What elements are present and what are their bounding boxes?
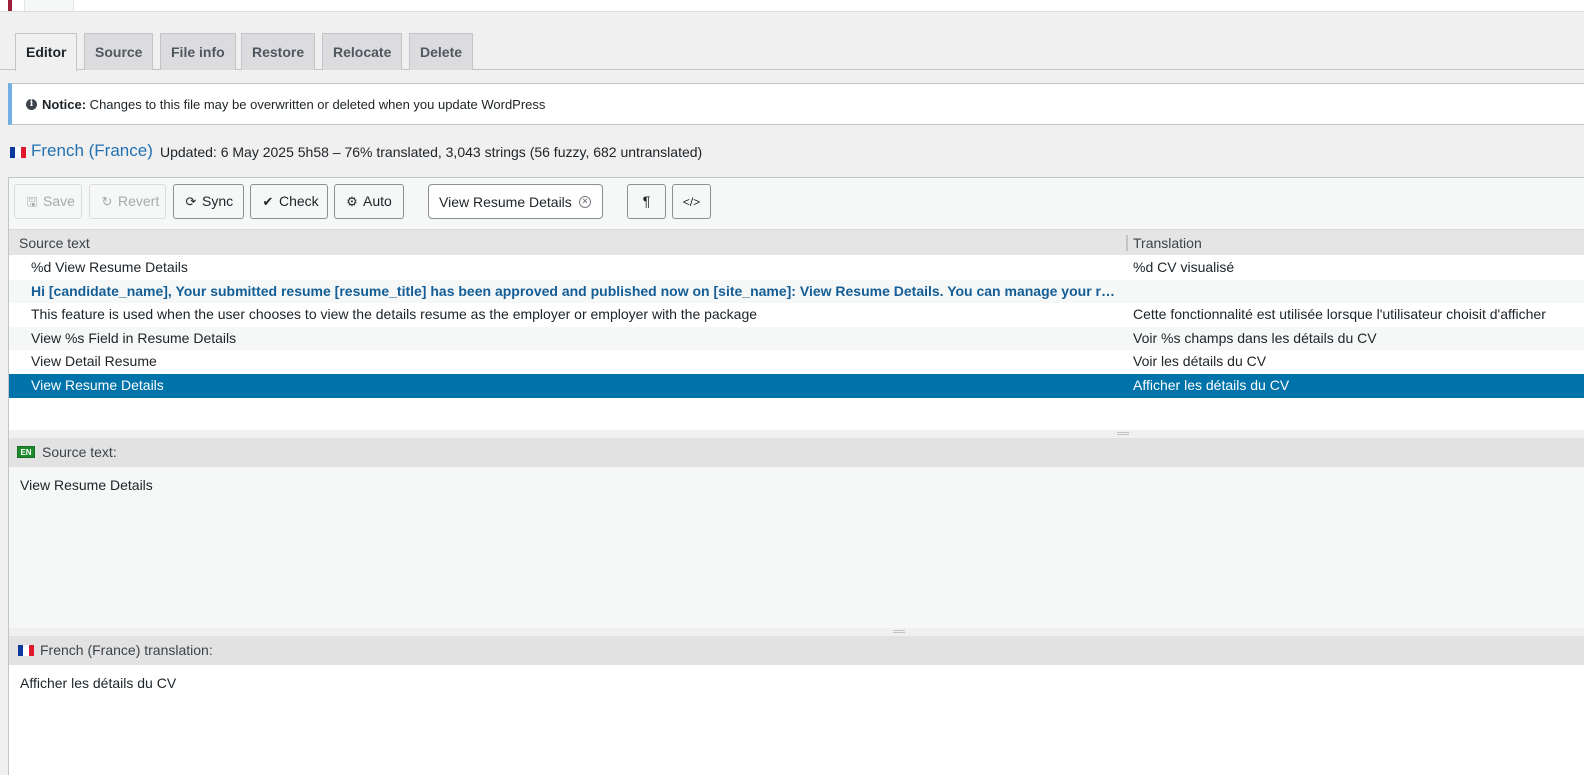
row-translation: Voir %s champs dans les détails du CV	[1133, 329, 1377, 346]
table-row[interactable]: Hi [candidate_name], Your submitted resu…	[9, 279, 1584, 304]
tab-file-info[interactable]: File info	[160, 33, 236, 70]
grip-icon	[1117, 432, 1129, 435]
column-resize-handle[interactable]	[1126, 235, 1128, 251]
row-translation: Cette fonctionnalité est utilisée lorsqu…	[1133, 306, 1546, 323]
translation-pane-label: French (France) translation:	[40, 642, 213, 658]
row-source: View Detail Resume	[31, 353, 157, 370]
sync-label: Sync	[202, 193, 234, 209]
translation-column-header[interactable]: Translation	[1133, 235, 1202, 251]
revert-icon: ↻	[101, 194, 113, 209]
notice-message: Changes to this file may be overwritten …	[86, 97, 546, 112]
row-translation: Voir les détails du CV	[1133, 353, 1267, 370]
tab-restore[interactable]: Restore	[241, 33, 316, 70]
sync-button[interactable]: ⟳ Sync	[173, 184, 244, 219]
translation-textarea[interactable]: Afficher les détails du CV	[9, 665, 1584, 775]
source-pane-header: EN Source text:	[9, 438, 1584, 467]
tab-delete[interactable]: Delete	[409, 33, 474, 70]
string-list: %d View Resume Details %d CV visualisé H…	[9, 256, 1584, 398]
row-source: View Resume Details	[31, 376, 164, 393]
source-column-header[interactable]: Source text	[19, 235, 90, 251]
list-resize-handle[interactable]	[9, 430, 1584, 438]
editor-toolbar: 🖫 Save ↻ Revert ⟳ Sync ✔ Check ⚙ Auto Vi…	[9, 178, 1584, 229]
code-icon: </>	[682, 195, 701, 209]
save-icon: 🖫	[26, 194, 38, 209]
revert-label: Revert	[118, 193, 160, 209]
check-label: Check	[279, 193, 319, 209]
france-flag-icon	[18, 645, 34, 656]
table-row-selected[interactable]: View Resume Details Afficher les détails…	[9, 373, 1584, 398]
translation-pane-header: French (France) translation:	[9, 636, 1584, 665]
table-row[interactable]: %d View Resume Details %d CV visualisé	[9, 256, 1584, 280]
tab-source[interactable]: Source	[84, 33, 154, 70]
update-notice: i Notice: Changes to this file may be ov…	[8, 83, 1584, 125]
table-row[interactable]: This feature is used when the user choos…	[9, 303, 1584, 327]
grip-icon	[893, 630, 905, 633]
source-pane-label: Source text:	[42, 444, 117, 460]
robot-icon: ⚙	[346, 194, 358, 209]
notice-text: Notice: Changes to this file may be over…	[42, 97, 545, 112]
row-source: This feature is used when the user choos…	[31, 306, 758, 323]
filter-input[interactable]: View Resume Details ×	[428, 184, 603, 219]
top-tab-stub	[24, 0, 74, 11]
filter-value: View Resume Details	[439, 194, 572, 210]
pilcrow-icon: ¶	[642, 193, 651, 209]
tab-editor[interactable]: Editor	[15, 33, 78, 71]
row-source: View %s Field in Resume Details	[31, 329, 237, 346]
table-header: Source text Translation	[9, 229, 1584, 255]
notice-label: Notice:	[42, 97, 87, 112]
translation-text: Afficher les détails du CV	[20, 675, 177, 691]
auto-button[interactable]: ⚙ Auto	[334, 184, 404, 219]
check-button[interactable]: ✔ Check	[250, 184, 328, 219]
invisibles-toggle-button[interactable]: ¶	[627, 184, 666, 219]
save-button[interactable]: 🖫 Save	[14, 184, 82, 219]
clear-filter-icon[interactable]: ×	[579, 196, 591, 208]
pane-resize-handle[interactable]	[9, 628, 1584, 636]
tab-bar: Editor Source File info Restore Relocate…	[0, 33, 1584, 71]
row-source: %d View Resume Details	[31, 259, 188, 275]
translation-editor: 🖫 Save ↻ Revert ⟳ Sync ✔ Check ⚙ Auto Vi…	[8, 177, 1584, 775]
row-translation: %d CV visualisé	[1133, 259, 1235, 275]
sync-icon: ⟳	[185, 194, 197, 209]
check-icon: ✔	[262, 194, 274, 209]
language-stats: Updated: 6 May 2025 5h58 – 76% translate…	[160, 144, 703, 160]
en-flag-icon: EN	[17, 446, 35, 458]
code-view-toggle-button[interactable]: </>	[672, 184, 711, 219]
info-icon: i	[26, 99, 37, 110]
source-text: View Resume Details	[20, 477, 153, 493]
top-accent	[8, 0, 12, 11]
france-flag-icon	[10, 147, 26, 158]
source-pane: View Resume Details	[9, 467, 1584, 628]
auto-label: Auto	[363, 193, 392, 209]
save-label: Save	[43, 193, 75, 209]
row-translation: Afficher les détails du CV	[1133, 376, 1290, 393]
table-row[interactable]: View %s Field in Resume Details Voir %s …	[9, 326, 1584, 351]
tab-relocate[interactable]: Relocate	[322, 33, 403, 70]
table-row[interactable]: View Detail Resume Voir les détails du C…	[9, 350, 1584, 374]
top-bar	[0, 0, 1584, 12]
revert-button[interactable]: ↻ Revert	[89, 184, 166, 219]
language-name-link[interactable]: French (France)	[31, 141, 153, 161]
row-source: Hi [candidate_name], Your submitted resu…	[31, 282, 1121, 299]
